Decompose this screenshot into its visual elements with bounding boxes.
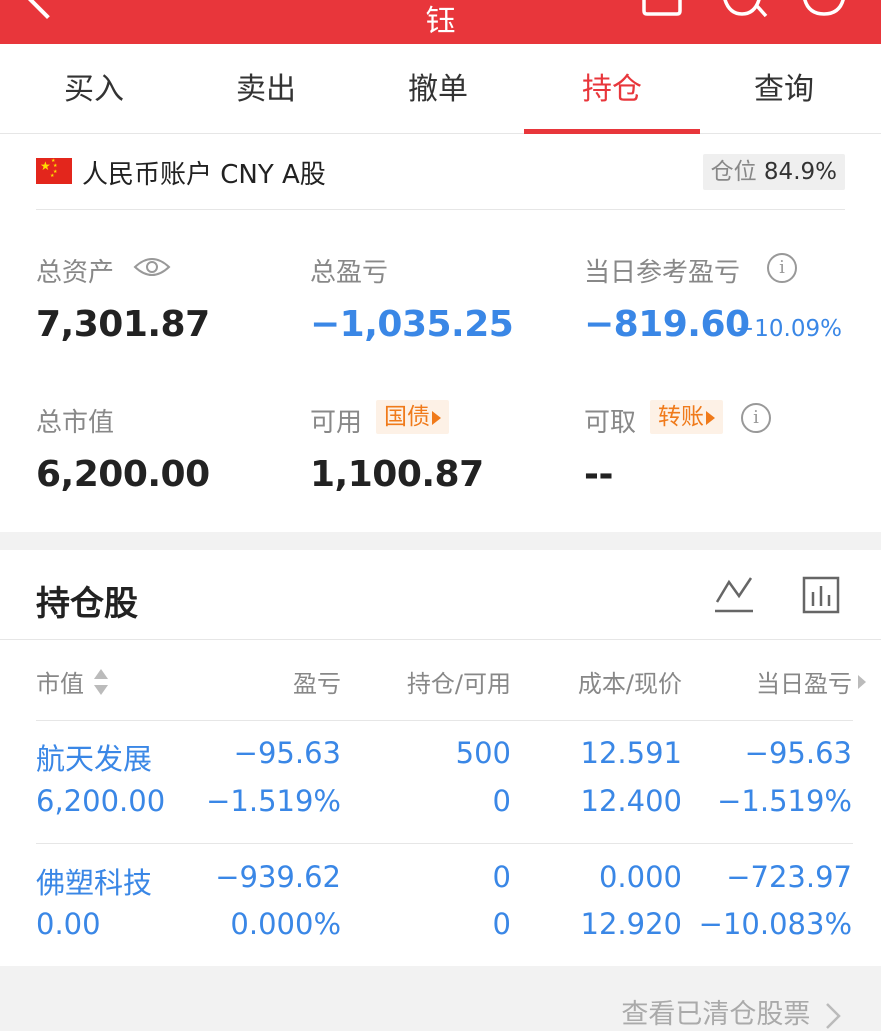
transfer-tag-button[interactable]: 转账 <box>650 400 723 434</box>
stock-available: 0 <box>492 784 511 818</box>
stock-daily-pl: −95.63 <box>744 736 852 770</box>
stock-daily-pl: −723.97 <box>726 860 852 894</box>
tab-cancel[interactable]: 撤单 <box>352 44 524 133</box>
total-pl-label: 总盈亏 <box>310 258 389 288</box>
position-badge: 仓位 84.9% <box>702 154 845 190</box>
daily-pl-value: −819.60 <box>584 304 750 345</box>
line-chart-icon[interactable] <box>714 576 754 614</box>
china-flag-icon: ★ ★ ★ ★ ★ <box>36 158 72 184</box>
view-cleared-stocks-link[interactable]: 查看已清仓股票 <box>621 992 841 1031</box>
total-assets-value: 7,301.87 <box>36 304 210 345</box>
tab-holdings[interactable]: 持仓 <box>524 44 700 134</box>
col-cost-price: 成本/现价 <box>577 670 682 698</box>
daily-pl-percent: −10.09% <box>735 316 842 342</box>
triangle-right-icon <box>432 410 441 425</box>
tab-buy[interactable]: 买入 <box>8 44 180 133</box>
position-label: 仓位 <box>710 159 757 185</box>
stock-market-value: 6,200.00 <box>36 784 166 818</box>
market-value-value: 6,200.00 <box>36 454 210 495</box>
stock-name: 佛塑科技 <box>36 866 153 900</box>
stock-pl: −95.63 <box>233 736 341 770</box>
stock-name: 航天发展 <box>36 742 153 776</box>
position-value: 84.9% <box>763 159 837 185</box>
tab-label: 查询 <box>754 72 814 107</box>
total-assets-label: 总资产 <box>36 258 115 288</box>
more-icon[interactable] <box>801 0 847 16</box>
transfer-tag-label: 转账 <box>658 404 704 430</box>
info-icon[interactable]: i <box>741 403 771 433</box>
bond-tag-button[interactable]: 国债 <box>376 400 449 434</box>
stock-cost: 12.591 <box>580 736 682 770</box>
divider <box>0 639 881 640</box>
tab-query[interactable]: 查询 <box>698 44 870 133</box>
divider <box>36 209 845 210</box>
withdrawable-value: -- <box>584 454 613 495</box>
col-market-value[interactable]: 市值 <box>36 664 84 699</box>
col-hold-available: 持仓/可用 <box>406 670 511 698</box>
stock-available: 0 <box>492 907 511 941</box>
stock-cost: 0.000 <box>598 860 682 894</box>
stock-daily-percent: −10.083% <box>698 907 852 941</box>
holdings-title: 持仓股 <box>36 584 138 624</box>
tab-label: 撤单 <box>408 72 468 107</box>
triangle-right-icon <box>706 410 715 425</box>
cleared-link-label: 查看已清仓股票 <box>621 999 811 1030</box>
top-bar: 钰 <box>0 0 881 44</box>
stock-daily-percent: −1.519% <box>717 784 852 818</box>
search-icon[interactable] <box>722 0 770 18</box>
account-name: 人民币账户 CNY A股 <box>82 160 326 190</box>
stock-hold: 0 <box>492 860 511 894</box>
tab-label: 卖出 <box>236 72 296 107</box>
chevron-right-icon <box>826 1002 841 1029</box>
stock-pl-percent: −1.519% <box>206 784 341 818</box>
daily-pl-label: 当日参考盈亏 <box>584 258 741 288</box>
eye-icon[interactable] <box>133 255 171 279</box>
bar-chart-icon[interactable] <box>802 576 840 614</box>
sort-icon[interactable] <box>93 668 109 696</box>
tab-label: 持仓 <box>582 72 642 107</box>
trade-tabs: 买入 卖出 撤单 持仓 查询 <box>0 44 881 134</box>
available-value: 1,100.87 <box>310 454 484 495</box>
account-summary: ★ ★ ★ ★ ★ 人民币账户 CNY A股 仓位 84.9% 总资产 7,30… <box>0 134 881 532</box>
col-daily-pl[interactable]: 当日盈亏 <box>756 664 852 699</box>
stock-pl: −939.62 <box>215 860 341 894</box>
stock-price: 12.400 <box>580 784 682 818</box>
tab-sell[interactable]: 卖出 <box>180 44 352 133</box>
chevron-right-icon <box>858 675 866 689</box>
bond-tag-label: 国债 <box>384 404 430 430</box>
market-value-label: 总市值 <box>36 408 115 438</box>
col-pl: 盈亏 <box>293 670 341 698</box>
holdings-panel: 持仓股 市值 盈亏 持仓/可用 成本/现价 当日盈亏 航天发展 6,200.00… <box>0 550 881 966</box>
stock-hold: 500 <box>455 736 511 770</box>
stock-market-value: 0.00 <box>36 907 101 941</box>
info-icon[interactable]: i <box>767 253 797 283</box>
tab-label: 买入 <box>64 72 124 107</box>
divider <box>36 843 853 844</box>
stock-pl-percent: 0.000% <box>230 907 341 941</box>
withdrawable-label: 可取 <box>584 408 637 438</box>
available-label: 可用 <box>310 408 363 438</box>
divider <box>36 720 853 721</box>
share-icon[interactable] <box>641 0 683 16</box>
stock-price: 12.920 <box>580 907 682 941</box>
total-pl-value: −1,035.25 <box>310 304 514 345</box>
